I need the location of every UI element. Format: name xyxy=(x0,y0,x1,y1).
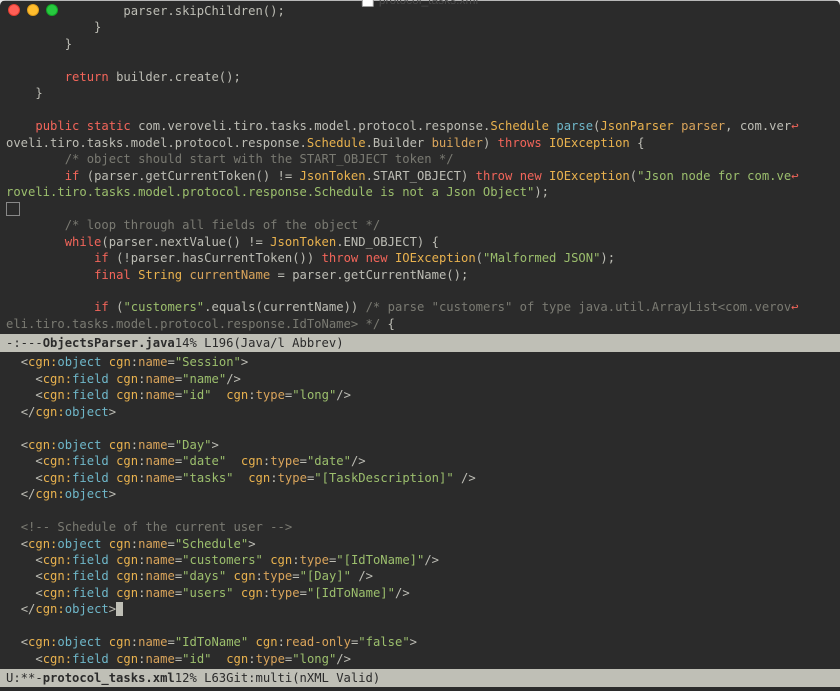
editor-area: parser.skipChildren(); } } return builde… xyxy=(0,1,840,691)
minibuffer[interactable] xyxy=(0,687,840,691)
java-code[interactable]: parser.skipChildren(); } } return builde… xyxy=(0,1,840,334)
modeline-top[interactable]: -:--- ObjectsParser.java 14% L196 (Java/… xyxy=(0,334,840,352)
document-icon xyxy=(362,0,374,7)
text-cursor xyxy=(116,602,123,616)
pane-java[interactable]: parser.skipChildren(); } } return builde… xyxy=(0,1,840,334)
pane-xml[interactable]: <cgn:object cgn:name="Session"> <cgn:fie… xyxy=(0,352,840,669)
close-icon[interactable] xyxy=(8,4,20,16)
fold-marker-icon[interactable] xyxy=(6,202,20,216)
titlebar[interactable]: protocol_tasks.xml xyxy=(0,0,840,1)
modeline-bottom[interactable]: U:**- protocol_tasks.xml 12% L63 Git:mul… xyxy=(0,669,840,687)
app-window: protocol_tasks.xml parser.skipChildren()… xyxy=(0,0,840,691)
titlebar-text: protocol_tasks.xml xyxy=(379,0,478,7)
titlebar-filename: protocol_tasks.xml xyxy=(362,0,478,7)
minimize-icon[interactable] xyxy=(27,4,39,16)
xml-code[interactable]: <cgn:object cgn:name="Session"> <cgn:fie… xyxy=(0,352,840,669)
modeline-file-bot: protocol_tasks.xml xyxy=(43,671,175,685)
modeline-file-top: ObjectsParser.java xyxy=(43,336,175,350)
maximize-icon[interactable] xyxy=(46,4,58,16)
window-controls xyxy=(8,4,58,16)
